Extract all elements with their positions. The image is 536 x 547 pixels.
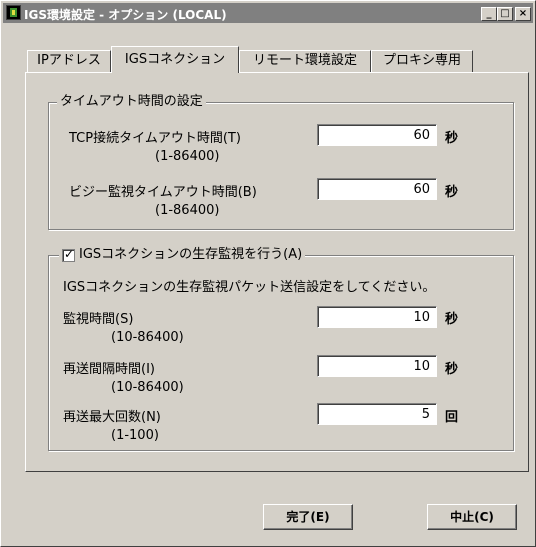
tab-proxy-only[interactable]: プロキシ専用 — [371, 50, 473, 72]
tab-ip-address[interactable]: IPアドレス — [27, 50, 111, 72]
app-icon — [6, 5, 21, 20]
window-title: IGS環境設定 - オプション (LOCAL) — [24, 8, 227, 22]
liveness-checkbox-label[interactable]: IGSコネクションの生存監視を行う(A) — [79, 247, 302, 263]
busy-timeout-range: (1-86400) — [155, 203, 220, 218]
monitor-time-unit: 秒 — [445, 312, 459, 327]
resend-max-field[interactable]: 5 — [317, 403, 437, 425]
resend-max-range: (1-100) — [111, 428, 159, 443]
tcp-timeout-range: (1-86400) — [155, 149, 220, 164]
resend-max-label: 再送最大回数(N) — [63, 410, 161, 425]
close-button[interactable]: × — [515, 7, 531, 21]
minimize-button[interactable]: _ — [481, 7, 497, 21]
busy-timeout-field[interactable]: 60 — [317, 178, 437, 200]
igs-connection-panel: タイムアウト時間の設定 TCP接続タイムアウト時間(T) (1-86400) 6… — [25, 72, 529, 472]
tcp-timeout-field[interactable]: 60 — [317, 124, 437, 146]
maximize-button[interactable]: □ — [497, 7, 513, 21]
liveness-description: IGSコネクションの生存監視パケット送信設定をしてください。 — [63, 280, 436, 295]
timeout-settings-group: タイムアウト時間の設定 TCP接続タイムアウト時間(T) (1-86400) 6… — [48, 94, 514, 230]
monitor-time-field[interactable]: 10 — [317, 306, 437, 328]
tab-remote-settings[interactable]: リモート環境設定 — [239, 50, 371, 72]
check-mark-icon: ✓ — [64, 246, 75, 261]
liveness-checkbox[interactable]: ✓ — [62, 246, 75, 262]
busy-timeout-unit: 秒 — [445, 185, 459, 200]
liveness-legend: ✓ IGSコネクションの生存監視を行う(A) — [59, 246, 306, 263]
done-button[interactable]: 完了(E) — [263, 504, 353, 530]
timeout-group-legend: タイムアウト時間の設定 — [57, 94, 206, 110]
monitor-time-label: 監視時間(S) — [63, 312, 134, 327]
options-dialog: IGS環境設定 - オプション (LOCAL) _ □ × IPアドレス IGS… — [0, 0, 536, 547]
busy-timeout-label: ビジー監視タイムアウト時間(B) — [69, 185, 257, 200]
tab-igs-connection[interactable]: IGSコネクション — [111, 46, 239, 73]
title-bar[interactable]: IGS環境設定 - オプション (LOCAL) _ □ × — [3, 3, 533, 23]
tcp-timeout-label: TCP接続タイムアウト時間(T) — [69, 131, 241, 146]
cancel-button[interactable]: 中止(C) — [427, 504, 517, 530]
resend-interval-field[interactable]: 10 — [317, 355, 437, 377]
resend-interval-range: (10-86400) — [111, 380, 184, 395]
tcp-timeout-unit: 秒 — [445, 131, 459, 146]
resend-interval-label: 再送間隔時間(I) — [63, 362, 155, 377]
monitor-time-range: (10-86400) — [111, 330, 184, 345]
resend-interval-unit: 秒 — [445, 362, 459, 377]
resend-max-unit: 回 — [445, 410, 459, 425]
liveness-monitor-group: ✓ IGSコネクションの生存監視を行う(A) IGSコネクションの生存監視パケッ… — [48, 247, 514, 451]
